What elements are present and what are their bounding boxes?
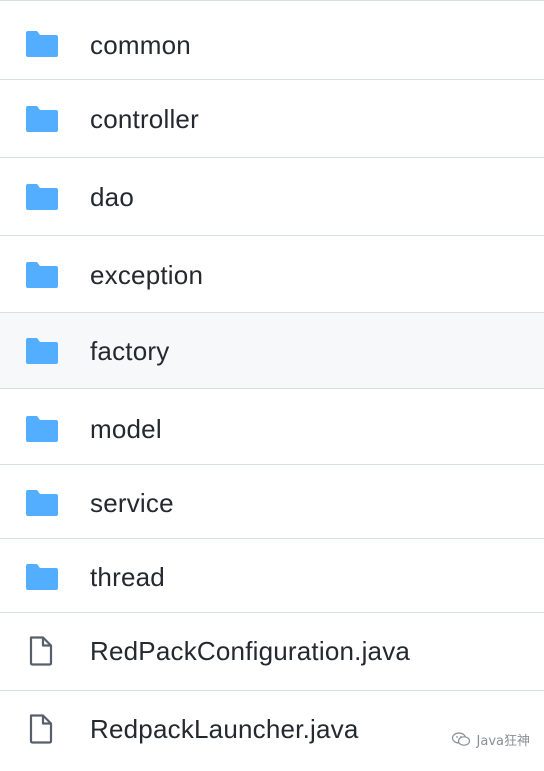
file-name[interactable]: RedPackConfiguration.java [90,636,410,666]
file-row-exception[interactable]: exception [0,236,544,313]
file-name[interactable]: thread [90,562,165,592]
file-icon [24,714,60,744]
file-name[interactable]: controller [90,104,199,134]
file-name[interactable]: model [90,414,162,444]
folder-icon [24,336,60,366]
folder-icon [24,562,60,592]
folder-icon [24,29,60,59]
file-row-controller[interactable]: controller [0,80,544,158]
file-icon [24,636,60,666]
file-row-redpackconfiguration[interactable]: RedPackConfiguration.java [0,613,544,691]
file-name[interactable]: factory [90,336,169,366]
wechat-icon [451,731,471,747]
file-row-common[interactable]: common [0,1,544,80]
file-list: common controller dao exception factory … [0,0,544,771]
file-row-service[interactable]: service [0,465,544,539]
folder-icon [24,104,60,134]
file-row-dao[interactable]: dao [0,158,544,236]
file-name[interactable]: exception [90,260,203,290]
file-row-factory[interactable]: factory [0,313,544,389]
file-row-model[interactable]: model [0,389,544,465]
file-row-thread[interactable]: thread [0,539,544,613]
folder-icon [24,414,60,444]
folder-icon [24,182,60,212]
file-name[interactable]: dao [90,182,134,212]
file-name[interactable]: common [90,30,191,60]
file-name[interactable]: service [90,488,174,518]
watermark: Java狂神 [451,728,530,750]
watermark-text: Java狂神 [476,733,530,749]
folder-icon [24,488,60,518]
file-name[interactable]: RedpackLauncher.java [90,714,359,744]
folder-icon [24,260,60,290]
